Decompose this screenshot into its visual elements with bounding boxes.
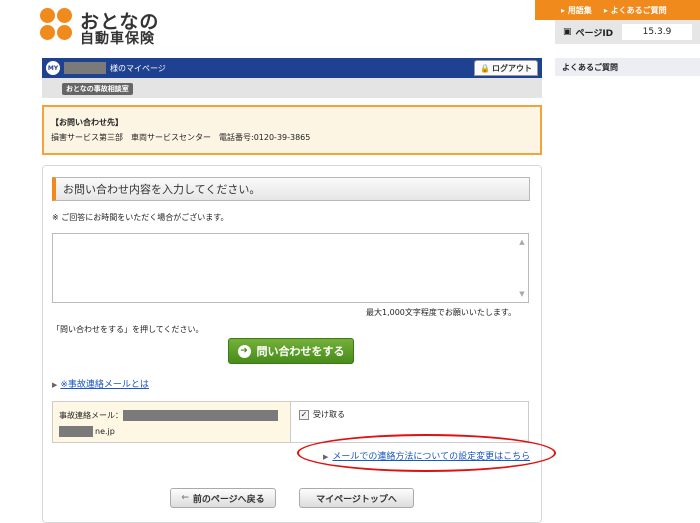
my-badge: MY — [46, 61, 60, 75]
receive-checkbox[interactable]: ✓ — [299, 409, 309, 420]
mypage-header: MY 様のマイページ 🔒 ログアウト — [42, 58, 542, 78]
submit-inquiry-button[interactable]: ➜ 問い合わせをする — [228, 338, 354, 364]
triangle-right-icon: ▶ — [52, 381, 58, 389]
arrow-right-icon: ➜ — [237, 344, 251, 358]
lock-icon: 🔒 — [480, 63, 490, 73]
masked-email — [123, 410, 278, 421]
textarea-scrollbar[interactable]: ▲ ▼ — [518, 238, 526, 298]
contact-detail: 損害サービス第三部 車両サービスセンター 電話番号:0120-39-3865 — [51, 133, 311, 142]
back-button[interactable]: ← 前のページへ戻る — [170, 488, 276, 508]
top-links: ▸ 用語集 ▸ よくあるご質問 — [535, 0, 700, 20]
highlight-ellipse — [297, 434, 556, 472]
masked-email-domain — [59, 426, 93, 437]
inquiry-textarea[interactable]: ▲ ▼ — [52, 233, 529, 303]
page-id-box: ▣ ページID 15.3.9 — [555, 20, 700, 44]
document-icon: ▣ — [563, 27, 572, 37]
receive-option[interactable]: ✓ 受け取る — [299, 409, 345, 420]
accident-mail-link[interactable]: ▶ ※事故連絡メールとは — [52, 377, 149, 390]
mypage-top-button[interactable]: マイページトップへ — [299, 488, 414, 508]
glossary-link[interactable]: ▸ 用語集 — [561, 5, 592, 16]
receive-label: 受け取る — [313, 410, 345, 419]
logout-button[interactable]: 🔒 ログアウト — [474, 60, 538, 76]
masked-username — [64, 62, 106, 74]
form-heading: お問い合わせ内容を入力してください。 — [52, 177, 530, 201]
arrow-left-icon: ← — [181, 493, 189, 503]
logo-line2: 自動車保険 — [80, 31, 155, 47]
logo-icon — [40, 8, 74, 42]
press-instruction: 「問い合わせをする」を押してください。 — [52, 325, 204, 334]
sub-bar: おとなの事故相談室 — [42, 78, 542, 98]
side-faq-title[interactable]: よくあるご質問 — [555, 58, 700, 76]
mail-address-cell: 事故連絡メール： ne.jp — [53, 402, 291, 442]
section-tag: おとなの事故相談室 — [62, 83, 133, 95]
page-id-value: 15.3.9 — [622, 24, 692, 40]
faq-link[interactable]: ▸ よくあるご質問 — [604, 5, 667, 16]
page-id-label: ページID — [575, 28, 614, 39]
char-limit-note: 最大1,000文字程度でお願いいたします。 — [366, 308, 517, 317]
mypage-title: 様のマイページ — [110, 63, 166, 73]
contact-heading: 【お問い合わせ先】 — [51, 118, 123, 127]
contact-info: 【お問い合わせ先】 損害サービス第三部 車両サービスセンター 電話番号:0120… — [42, 105, 542, 155]
mail-label: 事故連絡メール： — [59, 411, 123, 420]
form-note: ※ ご回答にお時間をいただく場合がございます。 — [52, 213, 229, 222]
mail-domain: ne.jp — [95, 427, 115, 436]
